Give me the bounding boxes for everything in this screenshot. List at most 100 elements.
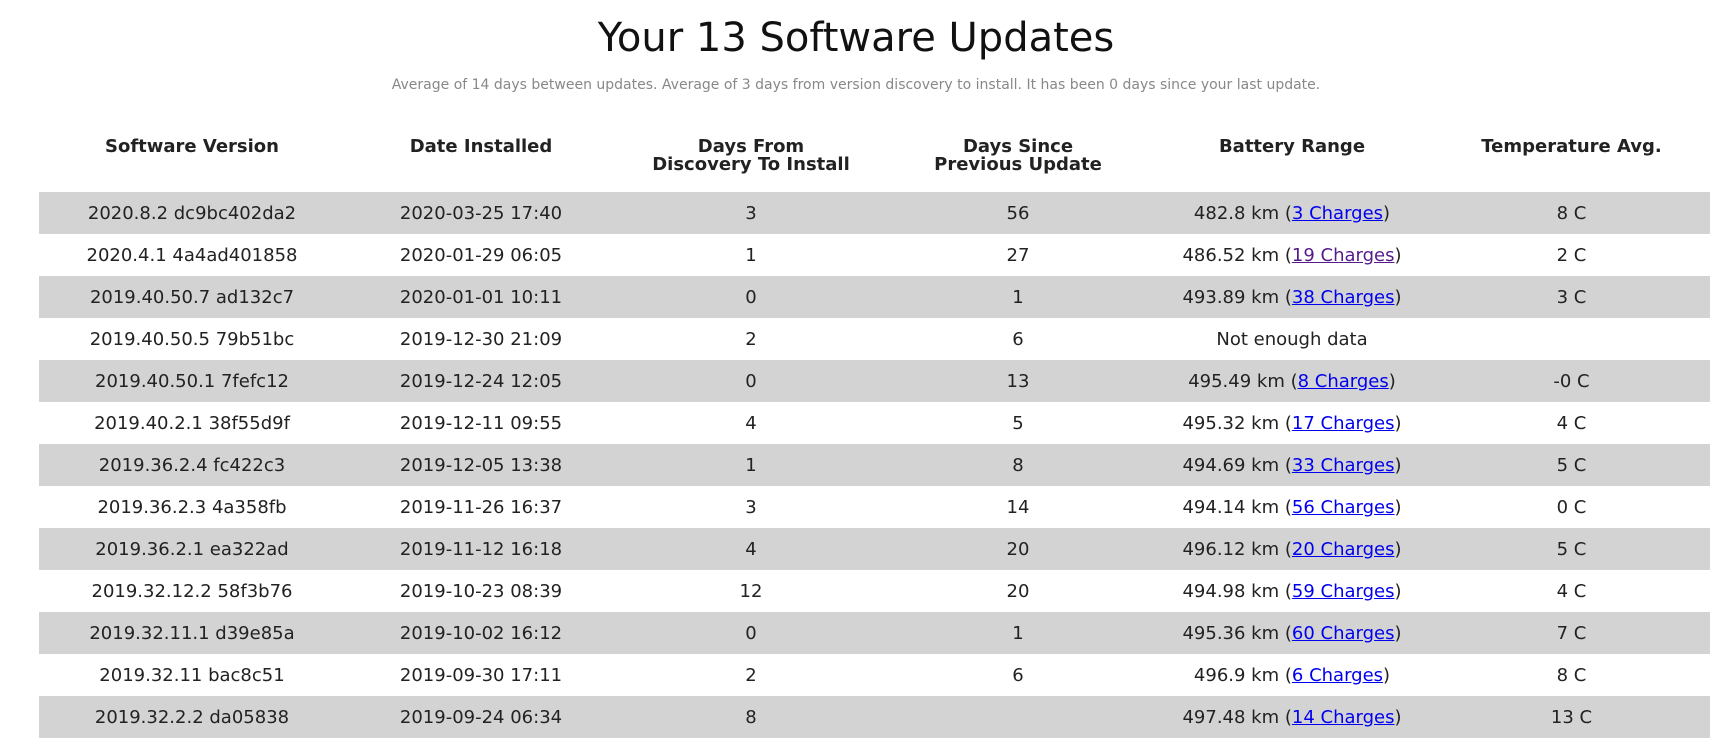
- date-installed-cell: 2019-12-11 09:55: [399, 412, 563, 434]
- software-updates-table: Software Version Date Installed Days From D…: [39, 134, 1710, 738]
- battery-range-value: 494.14 km: [1182, 496, 1280, 518]
- charges-link[interactable]: 6 Charges: [1292, 665, 1383, 686]
- software-version-cell: 2019.36.2.4 fc422c3: [39, 444, 345, 486]
- table-row: 2019.40.2.1 38f55d9f 2019-12-11 09:55 4 5 49…: [39, 402, 1710, 444]
- software-version-cell: 2019.32.12.2 58f3b76: [91, 580, 293, 602]
- days-since-previous-cell: 8: [885, 444, 1151, 486]
- temperature-avg-cell: -0 C: [1433, 360, 1710, 402]
- days-from-discovery-cell: 2: [745, 664, 757, 686]
- charges-link[interactable]: 33 Charges: [1292, 455, 1395, 476]
- software-version-cell: 2019.32.11.1 d39e85a: [39, 612, 345, 654]
- battery-range-cell: 495.36 km (60 Charges): [1151, 612, 1433, 654]
- date-installed-cell: 2019-12-05 13:38: [345, 444, 617, 486]
- table-row: 2019.40.50.5 79b51bc 2019-12-30 21:09 2 6 No…: [39, 318, 1710, 360]
- page-subtitle: Average of 14 days between updates. Aver…: [391, 77, 1321, 93]
- table-row: 2019.36.2.1 ea322ad 2019-11-12 16:18 4 20 49…: [39, 528, 1710, 570]
- charges-link[interactable]: 8 Charges: [1298, 371, 1389, 392]
- table-row: 2019.40.50.1 7fefc12 2019-12-24 12:05 0 13 4…: [39, 360, 1710, 402]
- temperature-avg-cell: 8 C: [1433, 192, 1710, 234]
- software-version-cell: 2019.40.2.1 38f55d9f: [94, 412, 290, 434]
- table-row: 2019.40.50.7 ad132c7 2020-01-01 10:11 0 1 49…: [39, 276, 1710, 318]
- col-software-version-header: Software Version: [39, 134, 345, 192]
- charges-link[interactable]: 59 Charges: [1292, 581, 1395, 602]
- software-version-cell: 2019.32.2.2 da05838: [39, 696, 345, 738]
- battery-range-cell: 482.8 km (3 Charges): [1151, 192, 1433, 234]
- temperature-avg-cell: 5 C: [1433, 444, 1710, 486]
- header-label-line1: Software Version: [105, 136, 279, 157]
- days-from-discovery-cell: 1: [745, 244, 757, 266]
- battery-range-value: 496.9 km: [1193, 664, 1280, 686]
- table-body: 2020.8.2 dc9bc402da2 2020-03-25 17:40 3 56 4…: [39, 192, 1710, 738]
- days-from-discovery-cell: 12: [739, 580, 763, 602]
- battery-range-cell: 496.12 km (20 Charges): [1151, 528, 1433, 570]
- temperature-avg-cell: [1433, 318, 1710, 360]
- battery-range-value: 496.12 km: [1182, 538, 1280, 560]
- software-version-cell: 2019.40.50.5 79b51bc: [89, 328, 295, 350]
- battery-range-value: 494.98 km: [1182, 580, 1280, 602]
- date-installed-cell: 2019-09-30 17:11: [399, 664, 563, 686]
- battery-range-cell: 496.9 km (6 Charges): [1193, 664, 1391, 686]
- page-title: Your 13 Software Updates: [597, 15, 1115, 61]
- table-row: 2019.36.2.4 fc422c3 2019-12-05 13:38 1 8 494…: [39, 444, 1710, 486]
- battery-range-cell: 495.49 km (8 Charges): [1151, 360, 1433, 402]
- header-label-line2: Previous Update: [934, 154, 1102, 175]
- col-days-from-discovery-header: Days From Discovery To Install: [617, 134, 885, 192]
- date-installed-cell: 2019-11-26 16:37: [399, 496, 563, 518]
- table-row: 2019.36.2.3 4a358fb 2019-11-26 16:37 3 14 49…: [39, 486, 1710, 528]
- days-since-previous-cell: [885, 696, 1151, 738]
- date-installed-cell: 2019-10-23 08:39: [399, 580, 563, 602]
- battery-range-cell: 493.89 km (38 Charges): [1151, 276, 1433, 318]
- header-label-line1: Temperature Avg.: [1481, 136, 1662, 157]
- charges-link[interactable]: 60 Charges: [1292, 623, 1395, 644]
- temperature-avg-cell: 0 C: [1556, 496, 1587, 518]
- table-row: 2020.4.1 4a4ad401858 2020-01-29 06:05 1 27 4…: [39, 234, 1710, 276]
- battery-range-value: 486.52 km: [1182, 244, 1280, 266]
- table-row: 2019.32.11.1 d39e85a 2019-10-02 16:12 0 1 49…: [39, 612, 1710, 654]
- days-since-previous-cell: 1: [885, 276, 1151, 318]
- days-from-discovery-cell: 4: [745, 412, 757, 434]
- days-since-previous-cell: 20: [1006, 580, 1030, 602]
- days-from-discovery-cell: 3: [617, 192, 885, 234]
- date-installed-cell: 2020-01-01 10:11: [345, 276, 617, 318]
- software-version-cell: 2019.40.50.7 ad132c7: [39, 276, 345, 318]
- days-from-discovery-cell: 0: [617, 612, 885, 654]
- battery-range-value: 497.48 km: [1182, 706, 1280, 728]
- days-from-discovery-cell: 8: [617, 696, 885, 738]
- temperature-avg-cell: 4 C: [1556, 412, 1587, 434]
- software-version-cell: 2019.36.2.1 ea322ad: [39, 528, 345, 570]
- temperature-avg-cell: 7 C: [1433, 612, 1710, 654]
- table-row: 2020.8.2 dc9bc402da2 2020-03-25 17:40 3 56 4…: [39, 192, 1710, 234]
- battery-range-cell: 494.69 km (33 Charges): [1151, 444, 1433, 486]
- days-since-previous-cell: 6: [1012, 664, 1024, 686]
- days-since-previous-cell: 13: [885, 360, 1151, 402]
- col-days-since-previous-header: Days Since Previous Update: [885, 134, 1151, 192]
- charges-link[interactable]: 56 Charges: [1292, 497, 1395, 518]
- temperature-avg-cell: 8 C: [1556, 664, 1587, 686]
- software-version-cell: 2019.32.11 bac8c51: [99, 664, 285, 686]
- date-installed-cell: 2019-10-02 16:12: [345, 612, 617, 654]
- charges-link[interactable]: 20 Charges: [1292, 539, 1395, 560]
- date-installed-cell: 2019-09-24 06:34: [345, 696, 617, 738]
- charges-link[interactable]: 19 Charges: [1292, 245, 1395, 266]
- header-label-line2: Discovery To Install: [652, 154, 850, 175]
- charges-link[interactable]: 3 Charges: [1292, 203, 1383, 224]
- charges-link[interactable]: 38 Charges: [1292, 287, 1395, 308]
- col-battery-range-header: Battery Range: [1151, 134, 1433, 192]
- charges-link[interactable]: 14 Charges: [1292, 707, 1395, 728]
- table-row: 2019.32.12.2 58f3b76 2019-10-23 08:39 12 20…: [39, 570, 1710, 612]
- days-from-discovery-cell: 3: [745, 496, 757, 518]
- table-row: 2019.32.2.2 da05838 2019-09-24 06:34 8 497.…: [39, 696, 1710, 738]
- days-since-previous-cell: 14: [1006, 496, 1030, 518]
- col-date-installed-header: Date Installed: [345, 134, 617, 192]
- header-label-line1: Date Installed: [409, 136, 553, 157]
- charges-link[interactable]: 17 Charges: [1292, 413, 1395, 434]
- temperature-avg-cell: 2 C: [1556, 244, 1587, 266]
- days-from-discovery-cell: 4: [617, 528, 885, 570]
- battery-range-cell: 494.98 km (59 Charges): [1182, 580, 1402, 602]
- header-row: Software Version Date Installed Days From D…: [39, 134, 1710, 192]
- table-header: Software Version Date Installed Days From D…: [39, 134, 1710, 192]
- date-installed-cell: 2019-12-30 21:09: [399, 328, 563, 350]
- battery-range-value: 482.8 km: [1193, 202, 1280, 224]
- header-label-line1: Battery Range: [1218, 136, 1366, 157]
- days-since-previous-cell: 6: [1012, 328, 1024, 350]
